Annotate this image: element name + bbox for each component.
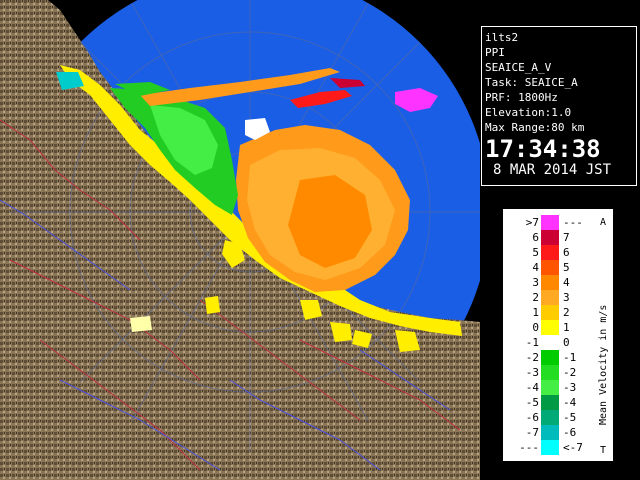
legend-bottom-marker: T xyxy=(600,445,606,455)
legend-swatch xyxy=(541,260,559,275)
legend-swatch xyxy=(541,290,559,305)
legend-upper-label: 0 xyxy=(563,336,570,349)
legend-upper-label: 6 xyxy=(563,246,570,259)
legend-upper-label: <-7 xyxy=(563,441,583,454)
product-type: PPI xyxy=(485,46,505,59)
legend-swatch xyxy=(541,350,559,365)
legend-lower-label: -6 xyxy=(525,411,539,424)
legend-lower-label: -5 xyxy=(525,396,539,409)
legend-lower-label: --- xyxy=(519,441,539,454)
legend-lower-label: 5 xyxy=(532,246,539,259)
max-range-value: Max Range:80 km xyxy=(485,121,585,134)
legend-upper-label: 1 xyxy=(563,321,570,334)
prf-value: PRF: 1800Hz xyxy=(485,91,558,104)
legend-lower-label: 2 xyxy=(532,291,539,304)
legend-lower-label: 6 xyxy=(532,231,539,244)
legend-lower-label: 4 xyxy=(532,261,539,274)
legend-swatch xyxy=(541,245,559,260)
legend-upper-label: --- xyxy=(563,216,583,229)
legend-swatch xyxy=(541,275,559,290)
legend-swatch xyxy=(541,335,559,350)
legend-swatch xyxy=(541,395,559,410)
legend-lower-label: 0 xyxy=(532,321,539,334)
legend-swatch xyxy=(541,305,559,320)
elevation-value: Elevation:1.0 xyxy=(485,106,572,119)
legend-lower-label: -1 xyxy=(525,336,539,349)
legend-lower-label: -7 xyxy=(525,426,539,439)
legend-swatch xyxy=(541,380,559,395)
legend-swatch xyxy=(541,425,559,440)
legend-upper-label: 2 xyxy=(563,306,570,319)
legend-upper-label: 4 xyxy=(563,276,570,289)
product-id: SEAICE_A_V xyxy=(485,61,552,74)
legend-upper-label: 3 xyxy=(563,291,570,304)
legend-upper-label: -6 xyxy=(563,426,577,439)
legend-upper-label: -2 xyxy=(563,366,577,379)
legend-lower-label: -4 xyxy=(525,381,539,394)
legend-upper-label: 5 xyxy=(563,261,570,274)
legend-swatch xyxy=(541,230,559,245)
legend-lower-label: 1 xyxy=(532,306,539,319)
legend-swatch xyxy=(541,320,559,335)
legend-swatch xyxy=(541,440,559,455)
legend-lower-label: -2 xyxy=(525,351,539,364)
legend-swatch xyxy=(541,410,559,425)
legend-upper-label: -5 xyxy=(563,411,577,424)
legend-title: A Mean Velocity in m/s T xyxy=(595,215,611,456)
scan-date: 8 MAR 2014 JST xyxy=(493,162,612,178)
legend-swatch xyxy=(541,215,559,230)
legend-lower-label: 3 xyxy=(532,276,539,289)
legend-swatch xyxy=(541,365,559,380)
legend-top-marker: A xyxy=(600,217,606,228)
legend-lower-label: -3 xyxy=(525,366,539,379)
legend-upper-label: -3 xyxy=(563,381,577,394)
legend-upper-label: -4 xyxy=(563,396,577,409)
scan-time: 17:34:38 xyxy=(485,135,601,163)
legend-title-text: Mean Velocity in m/s xyxy=(598,305,609,425)
task-name: Task: SEAICE_A xyxy=(485,76,578,89)
legend-lower-label: >7 xyxy=(525,216,539,229)
legend-upper-label: -1 xyxy=(563,351,577,364)
legend-upper-label: 7 xyxy=(563,231,570,244)
velocity-color-legend: >7 --- 6 7 5 6 4 5 3 4 2 3 1 2 0 1 -1 0 -2 -1 -3 -2 -4 -3 -5 -4 -6… xyxy=(502,208,614,462)
scan-info-panel: ilts2 PPI SEAICE_A_V Task: SEAICE_A PRF:… xyxy=(481,26,637,186)
radar-ppi-display[interactable] xyxy=(0,0,480,480)
station-name: ilts2 xyxy=(485,31,519,44)
